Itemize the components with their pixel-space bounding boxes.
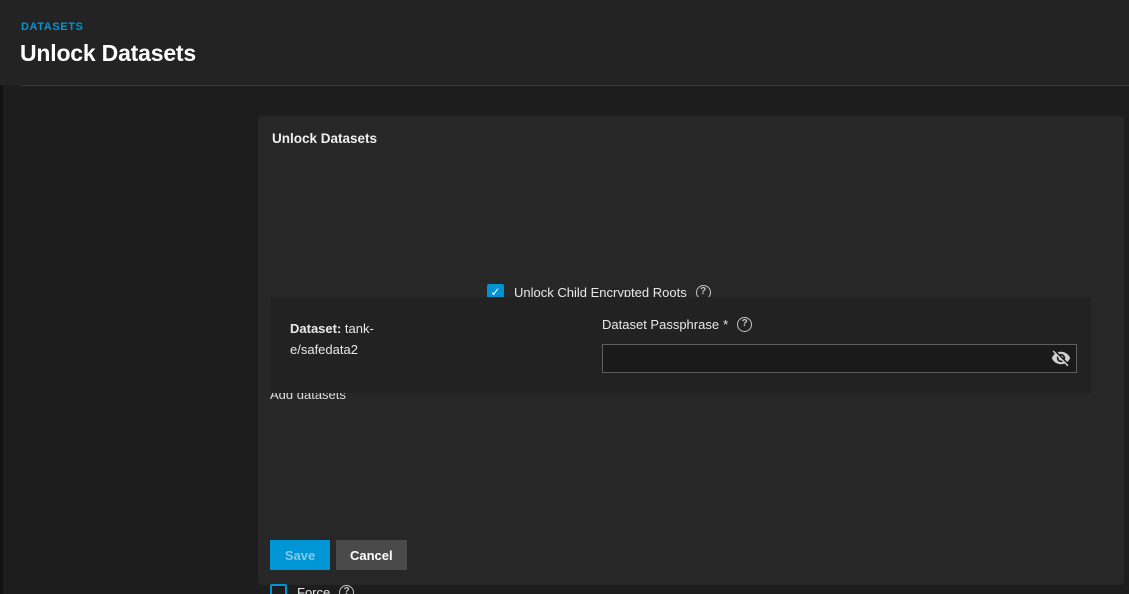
dataset-passphrase-label: Dataset Passphrase: [602, 317, 719, 332]
visibility-off-icon[interactable]: [1051, 348, 1071, 368]
page-header: DATASETS Unlock Datasets: [0, 0, 1129, 85]
dataset-passphrase-label-row: Dataset Passphrase * ?: [602, 316, 752, 332]
save-button[interactable]: Save: [270, 540, 330, 570]
force-checkbox[interactable]: [270, 584, 287, 594]
dataset-label: Dataset:: [290, 321, 341, 336]
header-divider: [21, 85, 1129, 86]
dataset-passphrase-input[interactable]: [602, 344, 1077, 373]
window-left-edge: [0, 0, 3, 594]
force-label: Force: [297, 585, 330, 594]
breadcrumb[interactable]: DATASETS: [21, 21, 83, 33]
card-title: Unlock Datasets: [272, 131, 377, 146]
force-help-icon[interactable]: ?: [339, 585, 354, 594]
dataset-panel: Dataset: tank-e/safedata2 Dataset Passph…: [270, 297, 1091, 393]
cancel-button[interactable]: Cancel: [336, 540, 407, 570]
required-marker: *: [723, 317, 728, 332]
unlock-datasets-page: DATASETS Unlock Datasets Unlock Datasets…: [0, 0, 1129, 594]
force-row[interactable]: Force ?: [270, 583, 354, 594]
dataset-passphrase-help-icon[interactable]: ?: [737, 317, 752, 332]
dataset-name: Dataset: tank-e/safedata2: [290, 318, 396, 360]
form-actions: Save Cancel: [270, 540, 407, 570]
page-title: Unlock Datasets: [20, 40, 196, 67]
unlock-datasets-card: Unlock Datasets ✓ Unlock Child Encrypted…: [258, 116, 1124, 585]
dataset-passphrase-field-wrap: [602, 344, 1077, 373]
